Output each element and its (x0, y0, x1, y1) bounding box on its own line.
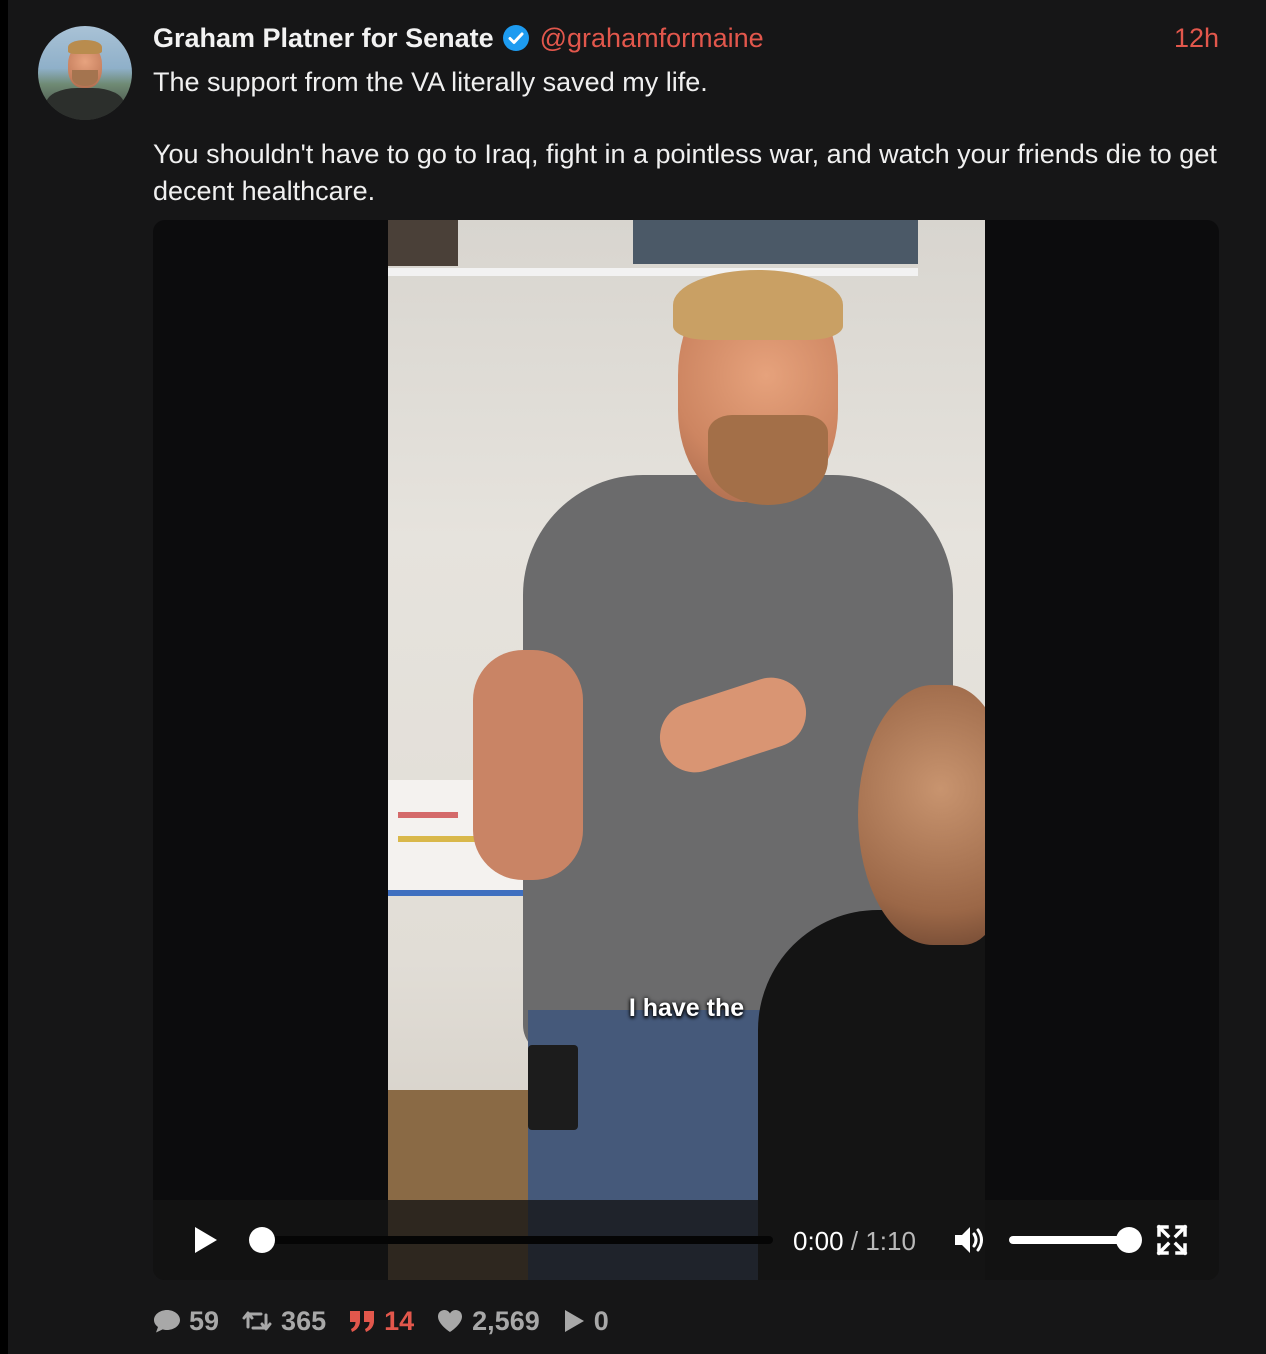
time-separator: / (850, 1226, 859, 1256)
like-button[interactable]: 2,569 (436, 1306, 540, 1337)
play-button[interactable] (189, 1224, 221, 1256)
quote-button[interactable]: 14 (348, 1306, 414, 1337)
video-player[interactable]: I have the 0:00 / 1:10 (153, 220, 1219, 1280)
video-frame[interactable]: I have the (388, 220, 985, 1280)
reply-button[interactable]: 59 (153, 1306, 219, 1337)
fullscreen-icon (1156, 1224, 1188, 1256)
post-text: The support from the VA literally saved … (153, 64, 1223, 210)
quote-icon (350, 1311, 375, 1332)
author-avatar[interactable] (38, 26, 132, 120)
volume-button[interactable] (952, 1222, 988, 1258)
play-icon (195, 1227, 217, 1253)
video-caption: I have the (628, 994, 745, 1022)
post-timestamp[interactable]: 12h (1174, 23, 1219, 54)
post-text-paragraph-2: You shouldn't have to go to Iraq, fight … (153, 139, 1217, 206)
comment-icon (154, 1310, 180, 1333)
post-text-paragraph-1: The support from the VA literally saved … (153, 67, 708, 97)
video-duration: 1:10 (865, 1226, 916, 1256)
post-card: Graham Platner for Senate @grahamformain… (8, 0, 1266, 1354)
play-views-icon (564, 1310, 584, 1332)
repost-button[interactable]: 365 (241, 1306, 326, 1337)
video-controls: 0:00 / 1:10 (153, 1200, 1219, 1280)
volume-slider[interactable] (1009, 1215, 1142, 1265)
views-count: 0 (593, 1305, 609, 1336)
volume-track[interactable] (1009, 1236, 1129, 1244)
video-progress-slider[interactable] (249, 1215, 773, 1265)
progress-knob[interactable] (249, 1227, 275, 1253)
volume-knob[interactable] (1116, 1227, 1142, 1253)
author-name[interactable]: Graham Platner for Senate (153, 23, 494, 54)
repost-icon (242, 1311, 272, 1331)
time-display: 0:00 / 1:10 (793, 1224, 916, 1258)
volume-fill (1009, 1236, 1129, 1244)
reply-count: 59 (189, 1305, 220, 1336)
quote-count: 14 (384, 1305, 415, 1336)
repost-count: 365 (281, 1305, 327, 1336)
current-time: 0:00 (793, 1226, 844, 1256)
heart-icon (438, 1310, 463, 1332)
post-header: Graham Platner for Senate @grahamformain… (153, 20, 1219, 56)
verified-badge-icon (502, 24, 530, 52)
like-count: 2,569 (472, 1305, 540, 1336)
post-stats: 59 365 14 2,569 0 (153, 1300, 609, 1342)
fullscreen-button[interactable] (1156, 1224, 1188, 1256)
volume-icon (955, 1227, 983, 1253)
progress-track[interactable] (249, 1236, 773, 1244)
author-handle[interactable]: @grahamformaine (540, 23, 764, 54)
views-button[interactable]: 0 (562, 1306, 609, 1337)
